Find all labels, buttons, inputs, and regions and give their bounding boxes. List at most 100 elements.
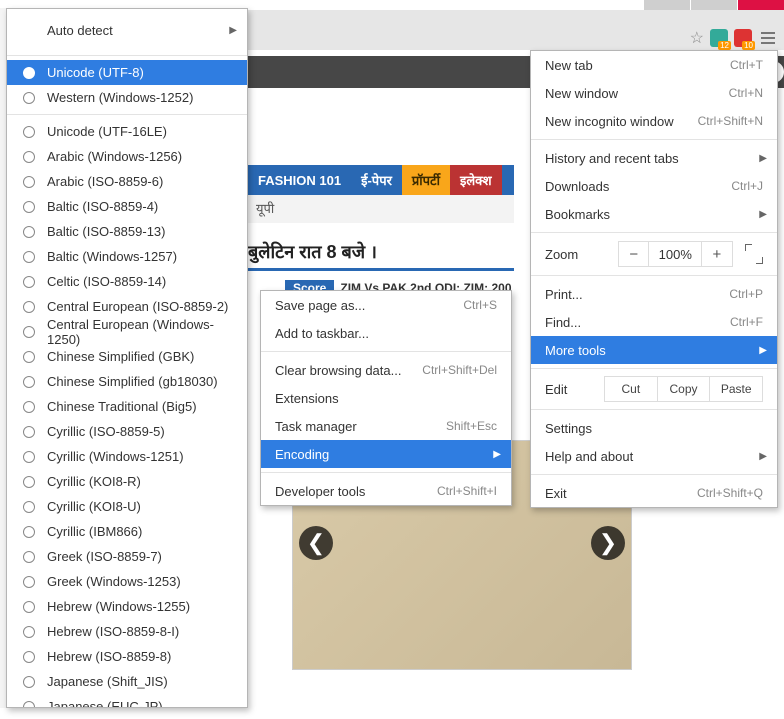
encoding-option-label: Greek (ISO-8859-7) bbox=[47, 549, 162, 564]
window-close-button[interactable] bbox=[738, 0, 784, 10]
encoding-option[interactable]: Arabic (ISO-8859-6) bbox=[7, 169, 247, 194]
menu-edit-row: Edit Cut Copy Paste bbox=[531, 373, 777, 405]
cut-button[interactable]: Cut bbox=[604, 376, 658, 402]
encoding-option[interactable]: Cyrillic (IBM866) bbox=[7, 519, 247, 544]
encoding-list: Unicode (UTF-8) Western (Windows-1252) Uni… bbox=[7, 60, 247, 708]
menu-separator bbox=[531, 139, 777, 140]
encoding-option[interactable]: Japanese (EUC-JP) bbox=[7, 694, 247, 708]
menu-bookmarks[interactable]: Bookmarks▶ bbox=[531, 200, 777, 228]
menu-exit[interactable]: ExitCtrl+Shift+Q bbox=[531, 479, 777, 507]
encoding-option[interactable]: Central European (Windows-1250) bbox=[7, 319, 247, 344]
chrome-menu-button[interactable] bbox=[758, 28, 778, 48]
menu-print[interactable]: Print...Ctrl+P bbox=[531, 280, 777, 308]
nav-property[interactable]: प्रॉपर्टी bbox=[402, 165, 450, 195]
radio-icon bbox=[23, 476, 35, 488]
zoom-label: Zoom bbox=[545, 247, 619, 262]
encoding-option[interactable]: Baltic (ISO-8859-4) bbox=[7, 194, 247, 219]
window-minimize-button[interactable] bbox=[644, 0, 690, 10]
radio-icon bbox=[23, 576, 35, 588]
encoding-option[interactable]: Hebrew (Windows-1255) bbox=[7, 594, 247, 619]
encoding-option-label: Western (Windows-1252) bbox=[47, 90, 193, 105]
encoding-option[interactable]: Greek (Windows-1253) bbox=[7, 569, 247, 594]
encoding-option[interactable]: Chinese Simplified (GBK) bbox=[7, 344, 247, 369]
radio-icon bbox=[23, 151, 35, 163]
radio-icon bbox=[23, 176, 35, 188]
encoding-option[interactable]: Cyrillic (Windows-1251) bbox=[7, 444, 247, 469]
extension-area: ☆ 12 10 bbox=[690, 28, 784, 48]
nav-epaper[interactable]: ई-पेपर bbox=[351, 165, 402, 195]
window-maximize-button[interactable] bbox=[691, 0, 737, 10]
extension-icon-2[interactable]: 10 bbox=[734, 29, 752, 47]
menu-downloads[interactable]: DownloadsCtrl+J bbox=[531, 172, 777, 200]
encoding-option-label: Arabic (ISO-8859-6) bbox=[47, 174, 163, 189]
menu-new-window[interactable]: New windowCtrl+N bbox=[531, 79, 777, 107]
menu-history[interactable]: History and recent tabs▶ bbox=[531, 144, 777, 172]
encoding-option-label: Central European (ISO-8859-2) bbox=[47, 299, 228, 314]
menu-find[interactable]: Find...Ctrl+F bbox=[531, 308, 777, 336]
radio-icon bbox=[23, 301, 35, 313]
radio-icon bbox=[23, 501, 35, 513]
tools-clear-data[interactable]: Clear browsing data...Ctrl+Shift+Del bbox=[261, 356, 511, 384]
radio-icon bbox=[23, 451, 35, 463]
carousel-next-button[interactable]: ❯ bbox=[591, 526, 625, 560]
encoding-option[interactable]: Western (Windows-1252) bbox=[7, 85, 247, 110]
extension-icon-1[interactable]: 12 bbox=[710, 29, 728, 47]
radio-icon bbox=[23, 426, 35, 438]
encoding-option[interactable]: Hebrew (ISO-8859-8-I) bbox=[7, 619, 247, 644]
copy-button[interactable]: Copy bbox=[657, 376, 711, 402]
shortcut-text: Ctrl+S bbox=[463, 298, 497, 312]
tools-extensions[interactable]: Extensions bbox=[261, 384, 511, 412]
encoding-option-label: Cyrillic (IBM866) bbox=[47, 524, 142, 539]
nav-fashion[interactable]: FASHION 101 bbox=[248, 165, 351, 195]
menu-settings[interactable]: Settings bbox=[531, 414, 777, 442]
radio-icon bbox=[23, 651, 35, 663]
menu-new-tab[interactable]: New tabCtrl+T bbox=[531, 51, 777, 79]
radio-icon bbox=[23, 626, 35, 638]
menu-separator bbox=[531, 409, 777, 410]
encoding-option-label: Baltic (Windows-1257) bbox=[47, 249, 177, 264]
site-subnav[interactable]: यूपी bbox=[248, 195, 514, 223]
encoding-option[interactable]: Cyrillic (KOI8-R) bbox=[7, 469, 247, 494]
encoding-option[interactable]: Chinese Traditional (Big5) bbox=[7, 394, 247, 419]
menu-more-tools[interactable]: More tools▶ bbox=[531, 336, 777, 364]
encoding-option[interactable]: Central European (ISO-8859-2) bbox=[7, 294, 247, 319]
nav-election[interactable]: इलेक्श bbox=[450, 165, 502, 195]
fullscreen-icon[interactable] bbox=[745, 244, 763, 264]
encoding-option[interactable]: Japanese (Shift_JIS) bbox=[7, 669, 247, 694]
encoding-option[interactable]: Hebrew (ISO-8859-8) bbox=[7, 644, 247, 669]
encoding-option[interactable]: Unicode (UTF-16LE) bbox=[7, 119, 247, 144]
tools-task-manager[interactable]: Task managerShift+Esc bbox=[261, 412, 511, 440]
zoom-in-button[interactable]: + bbox=[701, 241, 732, 267]
encoding-option[interactable]: Unicode (UTF-8) bbox=[7, 60, 247, 85]
menu-zoom-row: Zoom − 100% + bbox=[531, 237, 777, 271]
encoding-option[interactable]: Cyrillic (KOI8-U) bbox=[7, 494, 247, 519]
radio-icon bbox=[23, 251, 35, 263]
menu-incognito[interactable]: New incognito windowCtrl+Shift+N bbox=[531, 107, 777, 135]
radio-icon bbox=[23, 226, 35, 238]
encoding-option[interactable]: Baltic (ISO-8859-13) bbox=[7, 219, 247, 244]
tools-encoding[interactable]: Encoding▶ bbox=[261, 440, 511, 468]
zoom-out-button[interactable]: − bbox=[618, 241, 649, 267]
tools-devtools[interactable]: Developer toolsCtrl+Shift+I bbox=[261, 477, 511, 505]
encoding-option-label: Baltic (ISO-8859-4) bbox=[47, 199, 158, 214]
encoding-option-label: Unicode (UTF-16LE) bbox=[47, 124, 167, 139]
tools-extensions-label: Extensions bbox=[275, 391, 339, 406]
carousel-prev-button[interactable]: ❮ bbox=[299, 526, 333, 560]
encoding-option[interactable]: Arabic (Windows-1256) bbox=[7, 144, 247, 169]
tools-taskbar-label: Add to taskbar... bbox=[275, 326, 369, 341]
menu-help[interactable]: Help and about▶ bbox=[531, 442, 777, 470]
encoding-option[interactable]: Cyrillic (ISO-8859-5) bbox=[7, 419, 247, 444]
encoding-option[interactable]: Celtic (ISO-8859-14) bbox=[7, 269, 247, 294]
encoding-option[interactable]: Baltic (Windows-1257) bbox=[7, 244, 247, 269]
tools-add-taskbar[interactable]: Add to taskbar... bbox=[261, 319, 511, 347]
bookmark-star-icon[interactable]: ☆ bbox=[690, 28, 704, 48]
radio-icon bbox=[23, 551, 35, 563]
encoding-option[interactable]: Greek (ISO-8859-7) bbox=[7, 544, 247, 569]
encoding-auto-detect[interactable]: Auto detect ▶ bbox=[7, 9, 247, 51]
shortcut-text: Ctrl+P bbox=[729, 287, 763, 301]
tools-save-page[interactable]: Save page as...Ctrl+S bbox=[261, 291, 511, 319]
encoding-option[interactable]: Chinese Simplified (gb18030) bbox=[7, 369, 247, 394]
tools-taskmgr-label: Task manager bbox=[275, 419, 357, 434]
shortcut-text: Ctrl+J bbox=[731, 179, 763, 193]
paste-button[interactable]: Paste bbox=[709, 376, 763, 402]
